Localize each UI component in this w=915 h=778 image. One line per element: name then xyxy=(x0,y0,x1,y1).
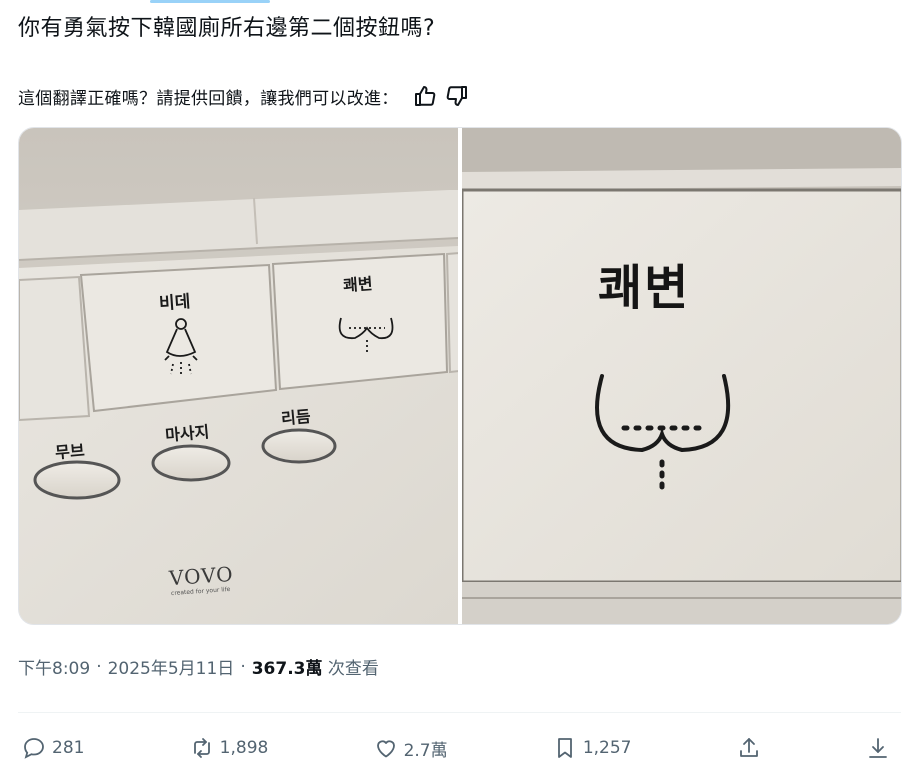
action-bar: 281 1,898 2.7萬 1,257 xyxy=(22,730,890,766)
download-button[interactable] xyxy=(866,736,890,760)
repost-icon xyxy=(193,738,210,758)
views[interactable]: 367.3萬 次查看 xyxy=(252,654,379,679)
like-count: 2.7萬 xyxy=(403,740,448,761)
thumbs-down-button[interactable] xyxy=(443,82,471,110)
translation-question: 這個翻譯正確嗎？請提供回饋，讓我們可以改進： xyxy=(18,88,399,109)
repost-count: 1,898 xyxy=(219,738,269,758)
meta-separator: · xyxy=(240,656,246,677)
bookmark-count: 1,257 xyxy=(582,738,632,758)
reply-icon xyxy=(24,738,44,759)
share-icon xyxy=(739,738,758,757)
divider xyxy=(18,712,901,713)
reply-button[interactable]: 281 xyxy=(22,736,84,760)
meta-separator: · xyxy=(96,656,102,677)
like-button[interactable]: 2.7萬 xyxy=(374,736,448,761)
bookmark-icon xyxy=(557,738,572,758)
thumbs-up-icon xyxy=(414,86,435,106)
evacuation-label-large: 쾌변 xyxy=(598,260,691,316)
thumbs-down-icon xyxy=(446,86,467,106)
bidet-label: 비데 xyxy=(158,291,192,315)
evacuation-label-small: 쾌변 xyxy=(342,273,374,296)
move-label: 무브 xyxy=(54,440,86,463)
views-count: 367.3萬 xyxy=(251,659,323,679)
views-label: 次查看 xyxy=(327,659,379,679)
tweet-meta: 下午8:09 · 2025年5月11日 · 367.3萬 次查看 xyxy=(18,654,379,680)
reply-count: 281 xyxy=(52,738,85,758)
thumbs-up-button[interactable] xyxy=(411,82,439,110)
tweet-time[interactable]: 下午8:09 xyxy=(18,654,90,679)
photo-closeup[interactable]: 쾌변 xyxy=(462,128,901,624)
rhythm-label: 리듬 xyxy=(280,406,312,429)
repost-button[interactable]: 1,898 xyxy=(190,736,269,760)
like-icon xyxy=(376,740,395,758)
bookmark-button[interactable]: 1,257 xyxy=(553,736,632,760)
download-icon xyxy=(869,738,887,758)
share-button[interactable] xyxy=(737,736,761,760)
photo-toilet-panel[interactable]: 비데 쾌변 무브 마사지 리듬 VOVO created for your li… xyxy=(19,128,458,624)
tweet-text: 你有勇氣按下韓國廁所右邊第二個按鈕嗎? xyxy=(18,16,436,41)
header-remnant xyxy=(150,0,270,3)
translation-feedback: 這個翻譯正確嗎？請提供回饋，讓我們可以改進： xyxy=(18,82,471,110)
tweet-media[interactable]: 비데 쾌변 무브 마사지 리듬 VOVO created for your li… xyxy=(18,127,902,625)
tweet-date[interactable]: 2025年5月11日 xyxy=(108,654,235,679)
massage-label: 마사지 xyxy=(164,422,211,445)
